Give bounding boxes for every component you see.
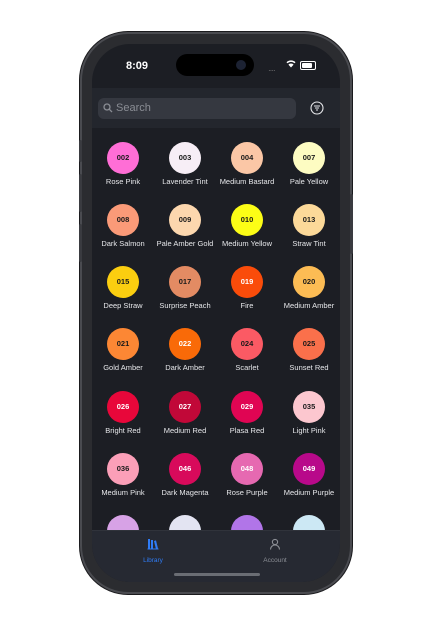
- screen: 8:09 ···· Search 002 Rose Pink 003 Laven…: [92, 44, 340, 582]
- color-name: Pale Yellow: [289, 177, 329, 186]
- color-name: Gold Amber: [103, 363, 143, 372]
- color-name: Medium Purple: [283, 488, 335, 497]
- color-card[interactable]: 021 Gold Amber: [92, 328, 154, 386]
- color-name: Scarlet: [235, 363, 259, 372]
- color-swatch: 025: [293, 328, 325, 360]
- color-card[interactable]: 036 Medium Pink: [92, 453, 154, 511]
- color-swatch: 009: [169, 204, 201, 236]
- color-name: Lavender Tint: [162, 177, 208, 186]
- color-swatch: 026: [107, 391, 139, 423]
- color-card[interactable]: 046 Dark Magenta: [154, 453, 216, 511]
- color-card[interactable]: 008 Dark Salmon: [92, 204, 154, 262]
- color-name: Medium Bastard: [219, 177, 275, 186]
- battery-icon: [300, 61, 316, 70]
- color-name: Pale Amber Gold: [156, 239, 214, 248]
- wifi-icon: [286, 60, 296, 68]
- color-name: Plasa Red: [229, 426, 265, 435]
- account-icon: [269, 538, 281, 550]
- color-card[interactable]: 029 Plasa Red: [216, 391, 278, 449]
- volume-down-button: [79, 224, 82, 262]
- color-card[interactable]: 048 Rose Purple: [216, 453, 278, 511]
- color-name: Medium Red: [163, 426, 207, 435]
- color-name: Deep Straw: [103, 301, 143, 310]
- home-indicator: [174, 573, 260, 576]
- color-name: Fire: [240, 301, 254, 310]
- color-card[interactable]: 013 Straw Tint: [278, 204, 340, 262]
- color-name: Medium Amber: [283, 301, 335, 310]
- search-icon: [103, 103, 113, 113]
- color-swatch: 021: [107, 328, 139, 360]
- color-card[interactable]: 004 Medium Bastard: [216, 142, 278, 200]
- color-swatch: 049: [293, 453, 325, 485]
- filter-icon[interactable]: [310, 101, 324, 115]
- search-header: Search: [92, 88, 340, 128]
- search-placeholder: Search: [116, 102, 151, 114]
- color-name: Light Pink: [292, 426, 326, 435]
- color-swatch: 019: [231, 266, 263, 298]
- search-input[interactable]: Search: [98, 98, 296, 119]
- color-swatch: 013: [293, 204, 325, 236]
- color-swatch: 046: [169, 453, 201, 485]
- tab-library-label: Library: [143, 557, 163, 564]
- color-card[interactable]: 009 Pale Amber Gold: [154, 204, 216, 262]
- color-name: Surprise Peach: [159, 301, 211, 310]
- color-swatch: 048: [231, 453, 263, 485]
- color-swatch: 002: [107, 142, 139, 174]
- color-swatch: 015: [107, 266, 139, 298]
- color-card[interactable]: 010 Medium Yellow: [216, 204, 278, 262]
- color-card[interactable]: 027 Medium Red: [154, 391, 216, 449]
- signal-icon: ····: [268, 66, 276, 75]
- color-card[interactable]: 019 Fire: [216, 266, 278, 324]
- color-name: Medium Yellow: [221, 239, 273, 248]
- color-swatch: 020: [293, 266, 325, 298]
- library-icon: [147, 539, 159, 550]
- color-name: Bright Red: [105, 426, 141, 435]
- color-grid: 002 Rose Pink 003 Lavender Tint 004 Medium Ba…: [92, 128, 340, 540]
- status-bar: 8:09 ····: [92, 44, 340, 84]
- color-swatch: 029: [231, 391, 263, 423]
- color-card[interactable]: 026 Bright Red: [92, 391, 154, 449]
- status-time: 8:09: [126, 60, 149, 72]
- color-swatch: 024: [231, 328, 263, 360]
- color-swatch: 007: [293, 142, 325, 174]
- color-card[interactable]: 015 Deep Straw: [92, 266, 154, 324]
- color-name: Medium Pink: [101, 488, 145, 497]
- color-name: Straw Tint: [292, 239, 326, 248]
- color-card[interactable]: 017 Surprise Peach: [154, 266, 216, 324]
- color-card[interactable]: 002 Rose Pink: [92, 142, 154, 200]
- color-name: Dark Salmon: [101, 239, 145, 248]
- color-name: Sunset Red: [289, 363, 329, 372]
- color-card[interactable]: 049 Medium Purple: [278, 453, 340, 511]
- volume-up-button: [79, 174, 82, 212]
- color-swatch: 010: [231, 204, 263, 236]
- action-button: [79, 140, 82, 162]
- tab-account-label: Account: [263, 557, 287, 564]
- color-name: Dark Magenta: [161, 488, 209, 497]
- color-swatch: 008: [107, 204, 139, 236]
- color-card[interactable]: 035 Light Pink: [278, 391, 340, 449]
- dynamic-island: [176, 54, 254, 76]
- color-swatch: 004: [231, 142, 263, 174]
- color-card[interactable]: 025 Sunset Red: [278, 328, 340, 386]
- tab-library[interactable]: Library: [118, 537, 188, 564]
- color-name: Rose Pink: [105, 177, 141, 186]
- color-name: Rose Purple: [226, 488, 268, 497]
- power-button: [350, 194, 353, 254]
- color-card[interactable]: 007 Pale Yellow: [278, 142, 340, 200]
- color-name: Dark Amber: [165, 363, 205, 372]
- color-swatch: 027: [169, 391, 201, 423]
- color-card[interactable]: 020 Medium Amber: [278, 266, 340, 324]
- color-swatch: 017: [169, 266, 201, 298]
- color-swatch: 003: [169, 142, 201, 174]
- color-card[interactable]: 022 Dark Amber: [154, 328, 216, 386]
- color-card[interactable]: 003 Lavender Tint: [154, 142, 216, 200]
- camera-icon: [236, 60, 246, 70]
- color-card[interactable]: 024 Scarlet: [216, 328, 278, 386]
- color-swatch: 022: [169, 328, 201, 360]
- phone-frame: 8:09 ···· Search 002 Rose Pink 003 Laven…: [79, 34, 353, 592]
- tab-account[interactable]: Account: [240, 537, 310, 564]
- color-swatch: 036: [107, 453, 139, 485]
- color-swatch: 035: [293, 391, 325, 423]
